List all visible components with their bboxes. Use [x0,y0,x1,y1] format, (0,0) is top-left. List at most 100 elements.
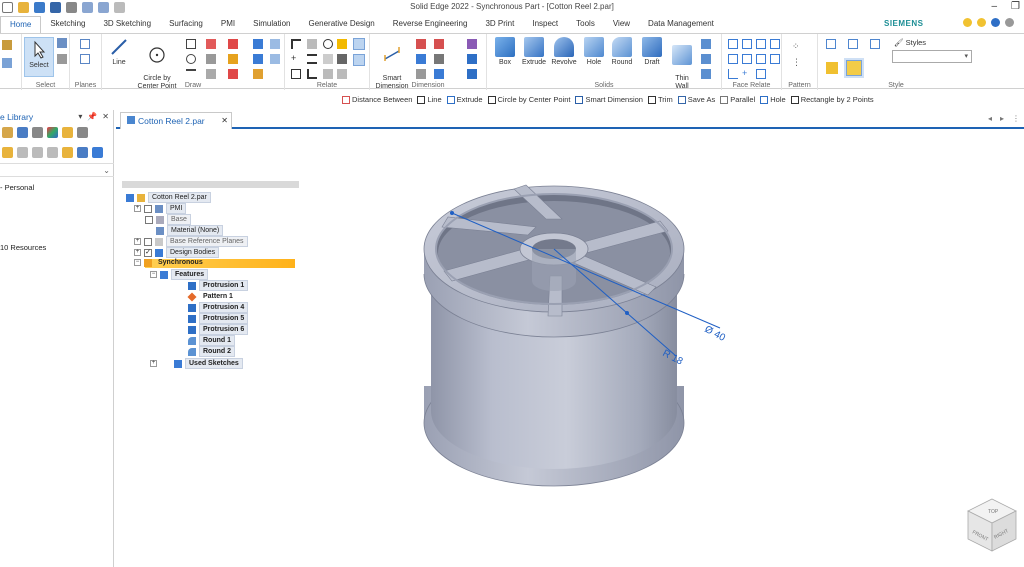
tree-node-pmi[interactable]: + PMI [134,203,187,214]
pin-icon[interactable]: 📌 [87,112,97,121]
tab-3d-print[interactable]: 3D Print [476,16,523,33]
coordinate-system-icon[interactable] [80,54,90,64]
midpoint-icon[interactable] [337,54,347,64]
tab-sketching[interactable]: Sketching [41,16,94,33]
new-folder-icon[interactable] [62,146,73,158]
back-icon[interactable] [17,146,28,158]
expand-icon[interactable]: + [134,205,141,212]
diameter-dimension-text[interactable]: Ø 40 [703,324,728,344]
grid-icon[interactable] [32,126,43,138]
feedback-icon[interactable] [977,18,986,27]
coplanar-icon[interactable] [728,39,738,49]
revolve-button[interactable]: Revolve [549,37,579,67]
panel-menu-icon[interactable]: ▾ [78,112,82,121]
tab-list-icon[interactable]: ⋮ [1012,114,1020,123]
rectangle-icon[interactable] [186,39,196,49]
extrude-button[interactable]: Extrude [518,37,550,67]
tree-node-used-sketches[interactable]: + Used Sketches [150,358,243,369]
plane-icon[interactable] [80,39,90,49]
close-tab-icon[interactable]: ✕ [221,116,228,125]
tree-node-base-planes[interactable]: + Base Reference Planes [134,236,248,247]
command-line[interactable]: Line [417,95,442,104]
tab-scroll-left-icon[interactable]: ◂ [988,114,992,123]
cotton-reel-model[interactable]: Ø 40 R 18 [300,131,1024,567]
lock-plane-icon[interactable] [270,54,280,64]
folder-icon[interactable] [2,126,13,138]
symmetric-icon[interactable] [323,54,333,64]
filter-icon[interactable] [57,54,67,64]
thicken-icon[interactable] [701,54,711,64]
collapse-icon[interactable]: − [134,259,141,266]
tab-inspect[interactable]: Inspect [523,16,567,33]
key-icon[interactable] [62,126,73,138]
view-cube[interactable]: TOP FRONT RIGHT [964,495,1020,557]
library-item-resources[interactable]: 10 Resources [0,243,46,252]
view-style-icon-2[interactable] [848,39,858,49]
tab-surfacing[interactable]: Surfacing [160,16,212,33]
help-icon[interactable] [991,18,1000,27]
paste-icon[interactable] [2,40,12,50]
label-icon[interactable] [467,69,477,79]
aligned-holes-icon[interactable] [756,69,766,79]
concentric-icon[interactable] [323,39,333,49]
tree-feature-round-1[interactable]: Round 1 [188,335,235,346]
visibility-checkbox[interactable] [144,237,152,246]
perpendicular-icon[interactable] [291,39,301,49]
shaded-visible-edges-icon[interactable] [844,58,864,78]
pathfinder-header[interactable] [122,181,299,188]
options-icon[interactable] [77,126,88,138]
fillet-icon[interactable] [206,39,216,49]
perpendicular-face-icon[interactable] [728,69,738,79]
tab-scroll-right-icon[interactable]: ▸ [1000,114,1004,123]
offset-icon[interactable] [228,39,238,49]
forward-icon[interactable] [32,146,43,158]
home-folder-icon[interactable] [2,146,13,158]
boolean-icon[interactable] [701,69,711,79]
project-icon[interactable] [253,39,263,49]
tree-feature-pattern-1[interactable]: Pattern 1 [187,291,237,302]
construction-icon[interactable] [253,69,263,79]
tree-node-synchronous[interactable]: − Synchronous [134,258,206,267]
tree-node-design-bodies[interactable]: + ✓ Design Bodies [134,247,220,258]
document-tab[interactable]: Cotton Reel 2.par ✕ [120,112,232,129]
command-rectangle-by-2-points[interactable]: Rectangle by 2 Points [790,95,874,104]
tab-generative-design[interactable]: Generative Design [299,16,383,33]
expand-icon[interactable]: + [134,249,141,256]
relationship-handles-icon[interactable] [353,38,365,50]
command-save-as[interactable]: Save As [677,95,715,104]
command-extrude[interactable]: Extrude [446,95,483,104]
collinear-icon[interactable] [323,69,333,79]
concentric-face-icon[interactable] [742,39,752,49]
search-icon[interactable] [92,146,103,158]
visibility-checkbox[interactable]: ✓ [144,248,152,257]
tangent-icon[interactable] [307,39,317,49]
tab-simulation[interactable]: Simulation [244,16,299,33]
line-button[interactable]: Line [104,37,134,67]
tab-data-management[interactable]: Data Management [639,16,723,33]
tab-view[interactable]: View [604,16,639,33]
chamfer-dimension-icon[interactable] [434,69,444,79]
tree-feature-round-2[interactable]: Round 2 [188,346,235,357]
restore-button[interactable]: ❐ [1011,1,1020,12]
ground-icon[interactable] [770,54,780,64]
tab-tools[interactable]: Tools [567,16,604,33]
tab-3d-sketching[interactable]: 3D Sketching [94,16,160,33]
view-style-icon-3[interactable] [870,39,880,49]
tree-node-base[interactable]: Base [145,214,191,225]
coordinate-dimension-icon[interactable] [416,69,426,79]
details-icon[interactable] [77,146,88,158]
tree-node-features[interactable]: − Features [150,269,209,280]
maintain-relationships-icon[interactable] [353,54,365,66]
annotation-icon[interactable] [467,39,477,49]
command-distance-between[interactable]: Distance Between [342,95,412,104]
chamfer-icon[interactable] [206,54,216,64]
select-button[interactable]: Select [24,37,54,77]
arc-icon[interactable] [186,69,196,79]
tree-feature-protrusion-1[interactable]: Protrusion 1 [188,280,249,291]
equal-icon[interactable] [307,54,317,64]
tab-pmi[interactable]: PMI [212,16,244,33]
minimize-button[interactable]: – [991,1,997,12]
library-location-dropdown[interactable]: ⌄ [0,163,114,177]
close-icon[interactable]: ✕ [102,112,109,121]
tab-home[interactable]: Home [0,16,42,33]
